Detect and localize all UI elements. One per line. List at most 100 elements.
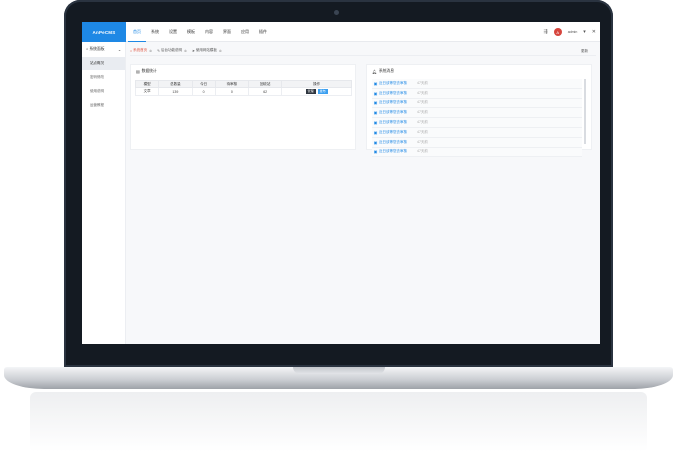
document-icon: ▣: [373, 100, 378, 106]
list-item[interactable]: ▣ 近日该等您去审核 47天前: [372, 108, 582, 119]
topnav-item-home[interactable]: 首页: [128, 22, 146, 42]
laptop-notch: [293, 367, 385, 374]
messages-panel: 🔔︎ 系统消息 ▣ 近日该等您去审核 47天前 ▣ 近日该等您去审核 47天前 ▣ 近日该…: [366, 64, 592, 158]
topnav-item-settings[interactable]: 设置: [164, 22, 182, 42]
manage-button[interactable]: 管理: [305, 89, 316, 94]
table-cell: 62: [248, 87, 283, 96]
tab-home[interactable]: ⌂ 系统首页 ⊗: [130, 48, 152, 53]
update-button[interactable]: 更新: [581, 46, 588, 56]
message-date: 47天前: [417, 110, 428, 115]
document-icon: ▣: [373, 129, 378, 135]
document-icon: ▣: [373, 110, 378, 116]
table-cell: 139: [158, 87, 193, 96]
scrollbar[interactable]: [584, 79, 586, 144]
close-icon[interactable]: ⊗: [219, 49, 222, 53]
column-header: 今日: [191, 80, 216, 88]
publish-button[interactable]: 发布: [317, 89, 328, 94]
chevron-down-icon[interactable]: ▾: [583, 29, 586, 35]
message-title[interactable]: 近日该等您去审核: [379, 110, 417, 115]
table-header-row: 模型 总数量 今日 待审核 回收站 操作: [134, 80, 352, 88]
bar-chart-icon: ▤: [136, 70, 140, 74]
sidebar-item-tutorial[interactable]: 运营教程: [82, 99, 125, 112]
column-header: 待审核: [214, 80, 250, 88]
share-icon[interactable]: ⇶: [544, 29, 548, 35]
edit-icon: ✎: [157, 48, 160, 53]
stats-panel: ▤ 数据统计 模型 总数量 今日 待审核 回收站 操作 文章 139 0 0 6…: [130, 64, 356, 150]
sidebar-header[interactable]: ⌂ 系统面板 ⌄: [82, 42, 125, 57]
chevron-down-icon: ⌄: [117, 48, 121, 52]
tab-label: 使用网站模板: [195, 48, 217, 52]
message-title[interactable]: 近日该等您去审核: [379, 149, 417, 154]
message-title[interactable]: 近日该等您去审核: [379, 120, 417, 125]
message-date: 47天前: [417, 139, 428, 144]
message-title[interactable]: 近日该等您去审核: [379, 81, 417, 86]
message-date: 47天前: [417, 149, 428, 154]
stats-title: 数据统计: [141, 69, 157, 73]
list-item[interactable]: ▣ 近日该等您去审核 47天前: [372, 79, 582, 89]
bell-icon: 🔔︎: [372, 70, 377, 74]
close-icon[interactable]: ✕: [592, 29, 596, 35]
messages-panel-title: 🔔︎ 系统消息: [367, 65, 591, 78]
list-item[interactable]: ▣ 近日该等您去审核 47天前: [372, 137, 582, 148]
topnav-item-system[interactable]: 系统: [146, 22, 164, 42]
message-title[interactable]: 近日该等您去审核: [379, 100, 417, 105]
stats-panel-title: ▤ 数据统计: [131, 65, 355, 78]
table-cell: 文章: [134, 87, 160, 96]
document-icon: ▣: [373, 149, 378, 155]
column-header: 操作: [281, 80, 352, 88]
tab-functions[interactable]: ✎ 后台功能说明 ⊗: [157, 48, 187, 53]
column-header: 回收站: [248, 80, 283, 88]
sidebar-title: 系统面板: [89, 47, 105, 51]
send-icon: ➤: [191, 48, 195, 53]
message-date: 47天前: [417, 100, 428, 105]
document-icon: ▣: [373, 139, 378, 145]
laptop-reflection: [30, 392, 647, 452]
topnav-item-apps[interactable]: 应用: [236, 22, 254, 42]
sidebar-item-help[interactable]: 使用说明: [82, 85, 125, 98]
sidebar-item-password[interactable]: 密码修改: [82, 71, 125, 84]
document-icon: ▣: [373, 90, 378, 96]
user-menu[interactable]: admin: [568, 30, 578, 34]
sidebar: ⌂ 系统面板 ⌄ 站点概况 密码修改 使用说明 运营教程: [82, 42, 126, 344]
list-item[interactable]: ▣ 近日该等您去审核 47天前: [372, 147, 582, 158]
laptop-screen: AnPeCMS 首页 系统 设置 模板 内容 界面 应用 插件 ⇶ A admi…: [82, 22, 600, 344]
message-list: ▣ 近日该等您去审核 47天前 ▣ 近日该等您去审核 47天前 ▣ 近日该等您去审核 47天…: [372, 79, 582, 158]
stats-table: 模型 总数量 今日 待审核 回收站 操作 文章 139 0 0 62 管理 发布: [134, 80, 352, 96]
column-header: 总数量: [158, 80, 193, 88]
topnav-item-interface[interactable]: 界面: [218, 22, 236, 42]
top-bar: AnPeCMS 首页 系统 设置 模板 内容 界面 应用 插件 ⇶ A admi…: [82, 22, 600, 42]
home-icon: ⌂: [130, 48, 133, 53]
tab-label: 后台功能说明: [161, 48, 182, 52]
message-title[interactable]: 近日该等您去审核: [379, 91, 417, 96]
header-tools: ⇶ A admin ▾ ✕: [544, 22, 596, 42]
tab-label: 系统首页: [133, 48, 148, 52]
topnav-item-plugins[interactable]: 插件: [254, 22, 272, 42]
topnav-item-content[interactable]: 内容: [200, 22, 218, 42]
message-date: 47天前: [417, 90, 428, 95]
actions-cell: 管理 发布: [281, 87, 352, 96]
table-row: 文章 139 0 0 62 管理 发布: [134, 87, 352, 96]
camera-dot: [334, 10, 339, 15]
document-icon: ▣: [373, 80, 378, 86]
message-title[interactable]: 近日该等您去审核: [379, 130, 417, 135]
message-date: 47天前: [417, 129, 428, 134]
message-date: 47天前: [417, 80, 428, 85]
message-date: 47天前: [417, 120, 428, 125]
table-cell: 0: [214, 87, 250, 96]
sidebar-item-overview[interactable]: 站点概况: [82, 57, 125, 70]
close-icon[interactable]: ⊗: [149, 49, 152, 53]
table-cell: 0: [191, 87, 216, 96]
topnav-item-templates[interactable]: 模板: [182, 22, 200, 42]
list-item[interactable]: ▣ 近日该等您去审核 47天前: [372, 127, 582, 138]
messages-title: 系统消息: [378, 69, 395, 73]
avatar[interactable]: A: [553, 28, 562, 36]
list-item[interactable]: ▣ 近日该等您去审核 47天前: [372, 88, 582, 99]
message-title[interactable]: 近日该等您去审核: [379, 140, 417, 145]
list-item[interactable]: ▣ 近日该等您去审核 47天前: [372, 118, 582, 128]
close-icon[interactable]: ⊗: [184, 49, 187, 53]
document-icon: ▣: [373, 120, 378, 126]
list-item[interactable]: ▣ 近日该等您去审核 47天前: [372, 98, 582, 109]
brand-logo[interactable]: AnPeCMS: [82, 22, 126, 42]
home-icon: ⌂: [86, 47, 89, 51]
tab-templates[interactable]: ➤ 使用网站模板 ⊗: [192, 48, 222, 53]
